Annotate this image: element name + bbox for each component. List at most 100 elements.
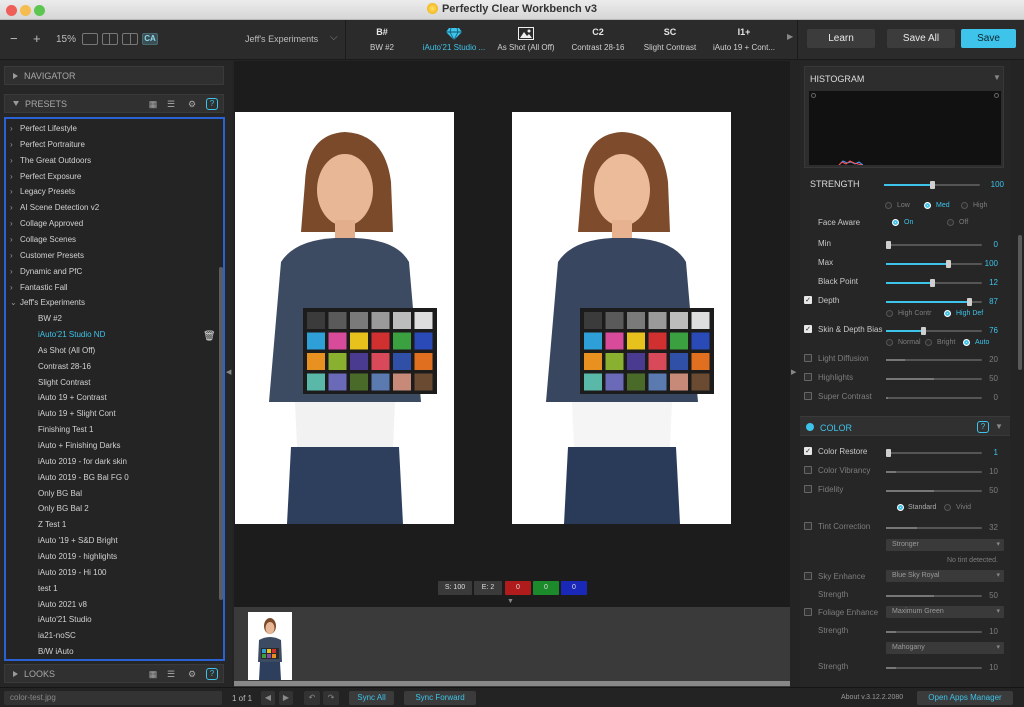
preset-item[interactable]: iAuto 2019 - for dark skin — [38, 454, 127, 470]
preset-group-item[interactable]: › Customer Presets — [10, 248, 84, 264]
presets-section-header[interactable]: PRESETS ▦ ☰ ⚙ ? — [4, 94, 224, 113]
single-view-icon[interactable] — [82, 33, 98, 45]
undo-icon[interactable]: ↶ — [304, 691, 320, 705]
skin-strength-slider[interactable] — [886, 667, 982, 669]
low-radio[interactable] — [885, 202, 892, 209]
preset-tab-iauto19-contrast[interactable]: I1+ iAuto 19 + Cont... — [706, 20, 782, 60]
preset-item-selected[interactable]: iAuto'21 Studio ND — [38, 327, 105, 343]
next-image-icon[interactable]: ▶ — [279, 691, 293, 705]
collapse-right-panel-icon[interactable]: ▶ — [791, 368, 796, 376]
preset-item[interactable]: iAuto'21 Studio — [38, 612, 92, 628]
light-diffusion-checkbox[interactable] — [804, 354, 812, 362]
depth-slider[interactable] — [886, 298, 982, 306]
min-slider[interactable] — [886, 241, 982, 249]
help-icon[interactable]: ? — [977, 421, 989, 433]
split-view-icon[interactable] — [122, 33, 138, 45]
tint-correction-checkbox[interactable] — [804, 522, 812, 530]
sync-all-button[interactable]: Sync All — [349, 691, 394, 705]
preset-item[interactable]: Z Test 1 — [38, 517, 66, 533]
preset-tab-slight-contrast[interactable]: SC Slight Contrast — [634, 20, 706, 60]
auto-radio[interactable] — [963, 339, 970, 346]
color-enabled-icon[interactable] — [806, 423, 814, 431]
highlights-checkbox[interactable] — [804, 373, 812, 381]
max-slider[interactable] — [886, 260, 982, 268]
preset-group-item[interactable]: › Legacy Presets — [10, 184, 75, 200]
tint-correction-slider[interactable] — [886, 527, 982, 529]
preset-tab-bw2[interactable]: B# BW #2 — [346, 20, 418, 60]
super-contrast-slider[interactable] — [886, 397, 982, 399]
preset-item[interactable]: As Shot (All Off) — [38, 343, 95, 359]
preset-item[interactable]: Only BG Bal — [38, 486, 82, 502]
preset-item[interactable]: Contrast 28-16 — [38, 359, 91, 375]
preset-group-item[interactable]: › Perfect Portraiture — [10, 137, 85, 153]
collapse-left-panel-icon[interactable]: ◀ — [226, 368, 231, 376]
preset-item[interactable]: iAuto 19 + Contrast — [38, 390, 107, 406]
preset-group-item[interactable]: › Dynamic and PfC — [10, 264, 82, 280]
preset-item[interactable]: iAuto 2019 - BG Bal FG 0 — [38, 470, 129, 486]
face-aware-off-radio[interactable] — [947, 219, 954, 226]
sky-enhance-checkbox[interactable] — [804, 572, 812, 580]
color-restore-slider[interactable] — [886, 449, 982, 457]
depth-checkbox[interactable]: ✓ — [804, 296, 812, 304]
skin-depth-bias-checkbox[interactable]: ✓ — [804, 325, 812, 333]
looks-section-header[interactable]: LOOKS ▦ ☰ ⚙ ? — [4, 664, 224, 683]
preset-item[interactable]: iAuto 19 + Slight Cont — [38, 406, 116, 422]
preset-item[interactable]: Finishing Test 1 — [38, 422, 93, 438]
normal-radio[interactable] — [886, 339, 893, 346]
high-radio[interactable] — [961, 202, 968, 209]
med-radio[interactable] — [924, 202, 931, 209]
preset-group-item[interactable]: › Collage Scenes — [10, 232, 76, 248]
toggle-filmstrip-icon[interactable]: ▼ — [507, 598, 514, 605]
high-def-radio[interactable] — [944, 310, 951, 317]
scrollbar[interactable] — [219, 267, 223, 600]
skin-depth-bias-slider[interactable] — [886, 327, 982, 335]
preset-item[interactable]: iAuto 2019 - Hi 100 — [38, 565, 107, 581]
ca-toggle-button[interactable]: CA — [142, 33, 158, 45]
right-panel-scrollbar[interactable] — [1018, 235, 1022, 370]
preset-item[interactable]: iAuto 2021 v8 — [38, 597, 87, 613]
file-name-field[interactable]: color-test.jpg — [4, 691, 222, 705]
fidelity-checkbox[interactable] — [804, 485, 812, 493]
sky-option-dropdown[interactable]: Blue Sky Royal — [886, 570, 1004, 582]
save-button[interactable]: Save — [961, 29, 1016, 48]
preset-item[interactable]: iAuto '19 + S&D Bright — [38, 533, 118, 549]
preset-group-item[interactable]: › Fantastic Fall — [10, 280, 68, 296]
filmstrip-scrollbar[interactable] — [234, 681, 790, 686]
save-all-button[interactable]: Save All — [887, 29, 955, 48]
help-icon[interactable]: ? — [206, 98, 218, 110]
gear-icon[interactable]: ⚙ — [187, 99, 197, 109]
color-restore-checkbox[interactable]: ✓ — [804, 447, 812, 455]
learn-button[interactable]: Learn — [807, 29, 875, 48]
redo-icon[interactable]: ↷ — [323, 691, 339, 705]
black-point-slider[interactable] — [886, 279, 982, 287]
preset-group-dropdown[interactable]: Jeff's Experiments — [245, 34, 318, 44]
preset-group-item[interactable]: ⌄ Jeff's Experiments — [10, 295, 85, 311]
high-contr-radio[interactable] — [886, 310, 893, 317]
chevron-down-icon[interactable]: ▼ — [993, 73, 1001, 82]
chevron-down-icon[interactable]: ⌵ — [330, 32, 338, 43]
preset-item[interactable]: test 1 — [38, 581, 58, 597]
preset-item[interactable]: ia21-noSC — [38, 628, 76, 644]
preset-item[interactable]: B/W iAuto — [38, 644, 74, 659]
sky-strength-slider[interactable] — [886, 595, 982, 597]
list-view-icon[interactable]: ☰ — [166, 669, 176, 679]
preset-item[interactable]: BW #2 — [38, 311, 62, 327]
scroll-right-icon[interactable]: ▶ — [787, 32, 793, 41]
sync-forward-button[interactable]: Sync Forward — [404, 691, 476, 705]
vivid-radio[interactable] — [944, 504, 951, 511]
side-by-side-view-icon[interactable] — [102, 33, 118, 45]
foliage-option-dropdown[interactable]: Maximum Green — [886, 606, 1004, 618]
zoom-in-icon[interactable]: + — [33, 31, 41, 46]
preset-tab-contrast[interactable]: C2 Contrast 28-16 — [562, 20, 634, 60]
skin-tone-dropdown[interactable]: Mahogany — [886, 642, 1004, 654]
preset-group-item[interactable]: › Perfect Lifestyle — [10, 121, 77, 137]
preset-item[interactable]: iAuto + Finishing Darks — [38, 438, 120, 454]
preset-item[interactable]: Slight Contrast — [38, 375, 90, 391]
preset-group-item[interactable]: › Perfect Exposure — [10, 169, 81, 185]
preset-tab-iauto21-studio[interactable]: iAuto'21 Studio ... — [418, 20, 490, 60]
standard-radio[interactable] — [897, 504, 904, 511]
strength-slider[interactable] — [884, 181, 980, 189]
foliage-strength-slider[interactable] — [886, 631, 982, 633]
help-icon[interactable]: ? — [206, 668, 218, 680]
preset-group-item[interactable]: › AI Scene Detection v2 — [10, 200, 99, 216]
